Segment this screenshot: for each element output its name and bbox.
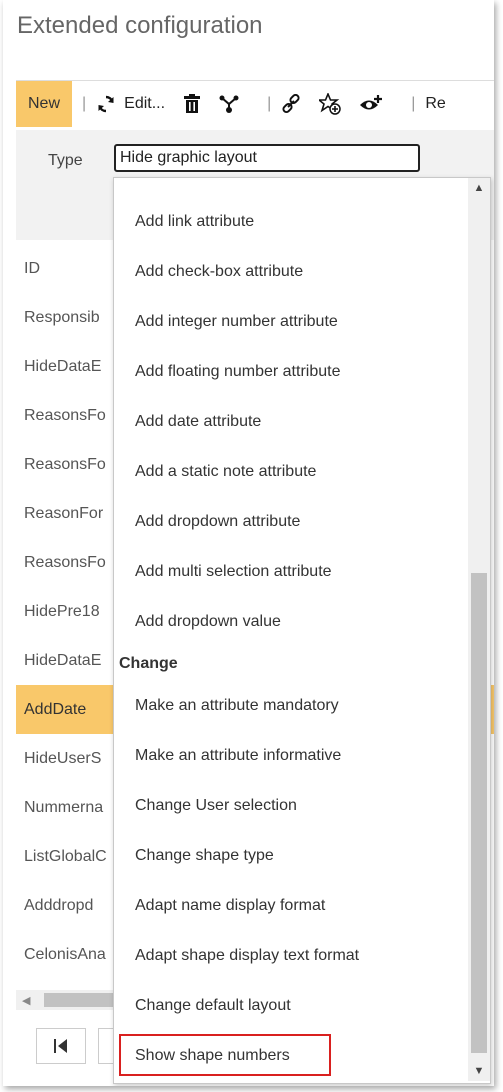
dropdown-options: Add link attribute Add check-box attribut…	[114, 197, 466, 1081]
show-shape-numbers-label: Show shape numbers	[135, 1047, 290, 1064]
scroll-down-icon[interactable]: ▼	[468, 1065, 490, 1077]
scroll-up-icon[interactable]: ▲	[468, 182, 490, 194]
dropdown-option[interactable]: Add multi selection attribute	[114, 547, 466, 597]
refresh-button[interactable]: Edit...	[96, 94, 165, 114]
first-page-icon	[54, 1039, 67, 1053]
new-button[interactable]: New	[16, 81, 72, 127]
dropdown-option[interactable]: Add link attribute	[114, 197, 466, 247]
hierarchy-button[interactable]	[219, 94, 239, 114]
toolbar: New | Edit... | | Re	[16, 80, 494, 127]
first-page-button[interactable]	[36, 1028, 86, 1064]
link-icon	[282, 94, 300, 114]
link-button[interactable]	[281, 94, 301, 114]
hierarchy-icon	[219, 95, 239, 113]
add-view-icon	[360, 95, 383, 110]
window-title: Extended configuration	[17, 12, 263, 39]
add-favorite-icon	[319, 93, 341, 115]
horizontal-scrollbar[interactable]: ◀	[16, 990, 116, 1010]
scroll-left-icon[interactable]: ◀	[22, 994, 30, 1007]
type-dropdown-menu: Add link attribute Add check-box attribut…	[113, 177, 491, 1084]
dropdown-option[interactable]: Add floating number attribute	[114, 347, 466, 397]
dropdown-option[interactable]: Add integer number attribute	[114, 297, 466, 347]
truncated-toolbar-button[interactable]: Re	[425, 95, 445, 113]
toolbar-separator: |	[82, 95, 87, 112]
dropdown-option[interactable]: Adapt name display format	[114, 881, 466, 931]
dropdown-option[interactable]: Add dropdown attribute	[114, 497, 466, 547]
show-shape-numbers-option[interactable]: Show shape numbers	[114, 1031, 466, 1081]
dropdown-option[interactable]: Make an attribute informative	[114, 731, 466, 781]
delete-icon	[184, 94, 201, 113]
edit-button-label[interactable]: Edit...	[124, 95, 165, 113]
scroll-thumb[interactable]	[44, 993, 116, 1007]
add-favorite-button[interactable]	[319, 93, 341, 115]
dropdown-option[interactable]: Add dropdown value	[114, 597, 466, 647]
toolbar-separator: |	[411, 95, 416, 112]
dropdown-option[interactable]: Change shape type	[114, 831, 466, 881]
type-select[interactable]: Hide graphic layout	[114, 144, 420, 172]
toolbar-separator: |	[267, 95, 272, 112]
delete-button[interactable]	[183, 94, 201, 114]
dropdown-option[interactable]: Change User selection	[114, 781, 466, 831]
dropdown-option[interactable]: Add a static note attribute	[114, 447, 466, 497]
dropdown-option[interactable]: Add date attribute	[114, 397, 466, 447]
dropdown-option[interactable]: Adapt shape display text format	[114, 931, 466, 981]
dropdown-option[interactable]: Make an attribute mandatory	[114, 681, 466, 731]
dropdown-option[interactable]: Add check-box attribute	[114, 247, 466, 297]
dropdown-option[interactable]: Change default layout	[114, 981, 466, 1031]
dropdown-vertical-scrollbar[interactable]: ▲ ▼	[468, 178, 490, 1081]
type-label: Type	[48, 152, 83, 169]
extended-configuration-window: Extended configuration New | Edit... | |…	[3, 0, 494, 1086]
scroll-thumb[interactable]	[471, 573, 487, 1053]
dropdown-group-header: Change	[119, 655, 178, 672]
refresh-icon	[98, 95, 114, 113]
pager	[16, 1020, 119, 1070]
add-view-button[interactable]	[359, 94, 383, 114]
